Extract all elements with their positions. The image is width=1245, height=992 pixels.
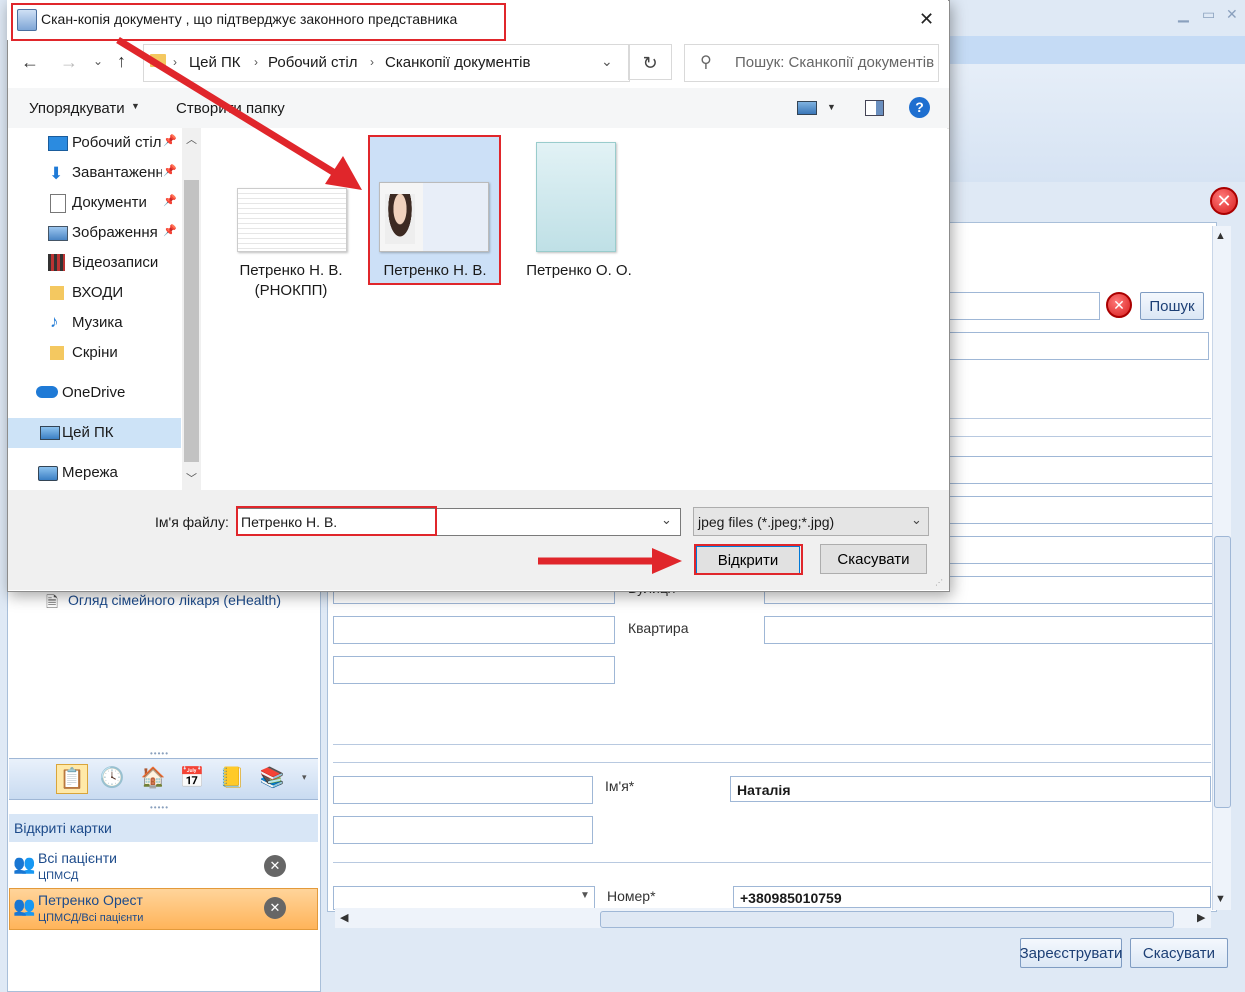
annotation-arrows: [116, 37, 682, 574]
arrow-to-file: [116, 37, 340, 178]
arrow-head: [652, 548, 682, 574]
